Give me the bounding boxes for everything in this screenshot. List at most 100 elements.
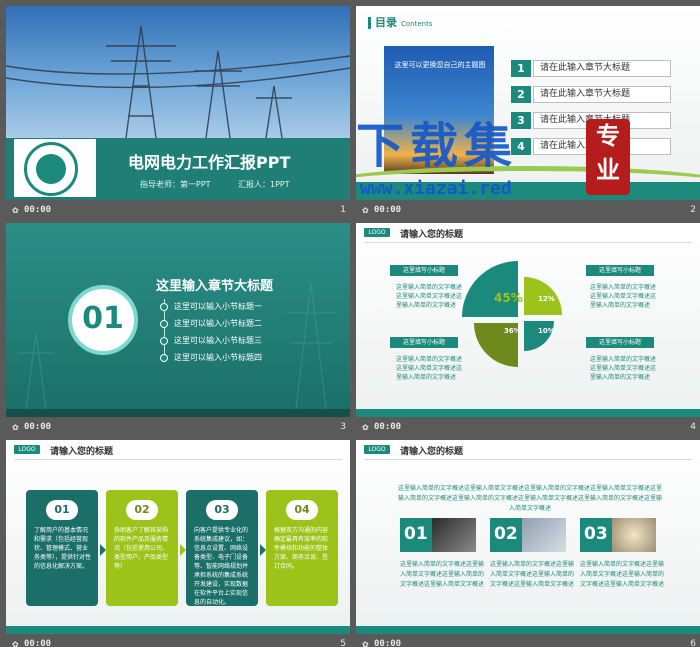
step-number: 02 (126, 500, 158, 520)
slide-4-info-bar: ✿ 00:00 4 (356, 420, 700, 436)
slide-4-canvas[interactable]: LOGO 请输入您的标题 这里填写小标题 这里输入简单的文字概述这里输入简单文字… (356, 223, 700, 417)
slide-sorter-grid: 电网电力工作汇报PPT 指导老师：第一PPT 汇报人：1PPT ✿ 00:00 … (0, 0, 700, 647)
slide-1-time: 00:00 (24, 205, 52, 215)
contents-item-label: 请在此输入章节大标题 (533, 60, 671, 77)
logo-tag: LOGO (364, 445, 390, 454)
contents-item-2[interactable]: 2 请在此输入章节大标题 (511, 86, 671, 103)
play-icon[interactable]: ✿ (362, 423, 369, 432)
step-card-4: 04 根据双方沟通的内容确定最具有效率的软件模块和功能的整体方案、商务洽谈、签订… (266, 490, 338, 606)
slide-4-footer (356, 409, 700, 417)
contents-subtitle: Contents (401, 20, 433, 28)
pie-value-d: 10% (538, 327, 555, 335)
tablet-photo (432, 518, 476, 552)
logo-tag: LOGO (364, 228, 390, 237)
slide-6-number: 6 (690, 639, 696, 647)
slide-5-title: 请输入您的标题 (50, 447, 114, 457)
slide-5-time: 00:00 (24, 639, 52, 647)
contents-title: 目录 (375, 16, 397, 29)
section-item-1: 这里可以输入小节标题一 (160, 301, 262, 312)
bullet-dot (160, 302, 168, 311)
feature-number: 03 (584, 524, 608, 544)
sky-photo (6, 6, 350, 139)
contents-item-number: 2 (511, 86, 531, 103)
power-tower-illustration (6, 25, 350, 139)
slide-4-time: 00:00 (374, 422, 402, 432)
section-item-3: 这里可以输入小节标题三 (160, 335, 262, 346)
step-number: 04 (286, 500, 318, 520)
header-divider (364, 459, 692, 460)
light-bulb-photo (612, 518, 656, 552)
heading-marker (368, 17, 371, 29)
chapter-number: 01 (82, 301, 124, 336)
slide-6-time: 00:00 (374, 639, 402, 647)
state-grid-logo (24, 142, 78, 196)
figure-photo (522, 518, 566, 552)
slide-6-canvas[interactable]: LOGO 请输入您的标题 这里输入简单的文字概述这里输入简单文字概述这里输入简单… (356, 440, 700, 634)
slide-6-footer (356, 626, 700, 634)
quadrant-pie (462, 261, 562, 367)
chapter-title: 这里输入章节大标题 (156, 279, 274, 294)
feature-number: 01 (404, 524, 428, 544)
play-icon[interactable]: ✿ (12, 206, 19, 215)
step-text: 协助客户了解其采购的软件产品及服务情况（包括使用公司、类型用户、产品类型等） (114, 527, 169, 570)
slide-1-canvas[interactable]: 电网电力工作汇报PPT 指导老师：第一PPT 汇报人：1PPT (6, 6, 350, 200)
summary-text-4: 这里输入简单的文字概述这里输入简单文字概述这里输入简单的文字概述 (590, 356, 657, 381)
header-divider (14, 459, 342, 460)
play-icon[interactable]: ✿ (362, 640, 369, 647)
slide-5-canvas[interactable]: LOGO 请输入您的标题 01 了解用户的基本情况和需求（包括经营现状、管理模式… (6, 440, 350, 634)
slide-4-title: 请输入您的标题 (400, 230, 464, 240)
section-label: 这里可以输入小节标题二 (174, 319, 262, 328)
section-label: 这里可以输入小节标题三 (174, 336, 262, 345)
contents-item-1[interactable]: 1 请在此输入章节大标题 (511, 60, 671, 77)
slide-3-canvas[interactable]: 01 这里输入章节大标题 这里可以输入小节标题一 这里可以输入小节标题二 这里可… (6, 223, 350, 417)
play-icon[interactable]: ✿ (12, 423, 19, 432)
step-card-1: 01 了解用户的基本情况和需求（包括经营现状、管理模式、营业务类等），提供针对性… (26, 490, 98, 606)
feature-text-3: 这里输入简单的文字概述这里输入简单文字概述这里输入简单的文字概述这里输入简单文字… (580, 561, 665, 588)
slide-3-footer (6, 409, 350, 417)
slide-3-info-bar: ✿ 00:00 3 (6, 420, 350, 436)
play-icon[interactable]: ✿ (12, 640, 19, 647)
bullet-dot (160, 336, 168, 345)
step-number: 03 (206, 500, 238, 520)
summary-text-2: 这里输入简单的文字概述这里输入简单文字概述这里输入简单的文字概述 (590, 284, 657, 309)
teacher-label: 指导老师：第一PPT (140, 180, 211, 189)
watermark-url: www.xiazai.red (360, 178, 512, 199)
slide-2-canvas[interactable]: 目录 Contents 这里可以更换您自己的主题图 1 请在此输入章节大标题 2 请在… (356, 6, 700, 200)
subtitle-label-2: 这里填写小标题 (586, 265, 654, 276)
slide-4-number: 4 (690, 422, 696, 432)
step-card-2: 02 协助客户了解其采购的软件产品及服务情况（包括使用公司、类型用户、产品类型等… (106, 490, 178, 606)
slide-5-number: 5 (340, 639, 346, 647)
slide-2-info-bar: ✿ 00:00 2 (356, 203, 700, 219)
slide-2-number: 2 (690, 205, 696, 215)
slide-6-info-bar: ✿ 00:00 6 (356, 637, 700, 647)
subtitle-label-1: 这里填写小标题 (390, 265, 458, 276)
summary-text-1: 这里输入简单的文字概述这里输入简单文字概述这里输入简单的文字概述 (396, 284, 463, 309)
slide-6-title: 请输入您的标题 (400, 447, 464, 457)
slide-1-title: 电网电力工作汇报PPT (128, 153, 291, 172)
bullet-dot (160, 353, 168, 362)
slide-5-info-bar: ✿ 00:00 5 (6, 637, 350, 647)
subtitle-label-4: 这里填写小标题 (586, 337, 654, 348)
slide-1-info-bar: ✿ 00:00 1 (6, 203, 350, 219)
section-item-2: 这里可以输入小节标题二 (160, 318, 262, 329)
subtitle-label-3: 这里填写小标题 (390, 337, 458, 348)
contents-item-number: 1 (511, 60, 531, 77)
pie-value-b: 12% (538, 295, 555, 303)
step-text: 了解用户的基本情况和需求（包括经营现状、管理模式、营业务类等），提供针对性的信息… (34, 527, 92, 570)
slide-3-time: 00:00 (24, 422, 52, 432)
watermark-seal: 专业 (586, 119, 630, 195)
step-text: 向客户提供专业化的系统集成建议，如：信息点设置、网络设备类型、电子门设备等、智能… (194, 527, 249, 606)
section-item-4: 这里可以输入小节标题四 (160, 352, 262, 363)
step-card-3: 03 向客户提供专业化的系统集成建议，如：信息点设置、网络设备类型、电子门设备等… (186, 490, 258, 606)
pie-slice-a (462, 261, 518, 317)
header-divider (364, 242, 692, 243)
slide-5-footer (6, 626, 350, 634)
contents-item-label: 请在此输入章节大标题 (533, 86, 671, 103)
pie-value-c: 36% (504, 327, 521, 335)
contents-heading: 目录 Contents (364, 14, 433, 30)
pie-value-a: 45% (494, 291, 523, 305)
play-icon[interactable]: ✿ (362, 206, 369, 215)
reporter-label: 汇报人：1PPT (238, 180, 290, 189)
chapter-number-circle: 01 (68, 285, 138, 355)
slide-1-number: 1 (340, 205, 346, 215)
